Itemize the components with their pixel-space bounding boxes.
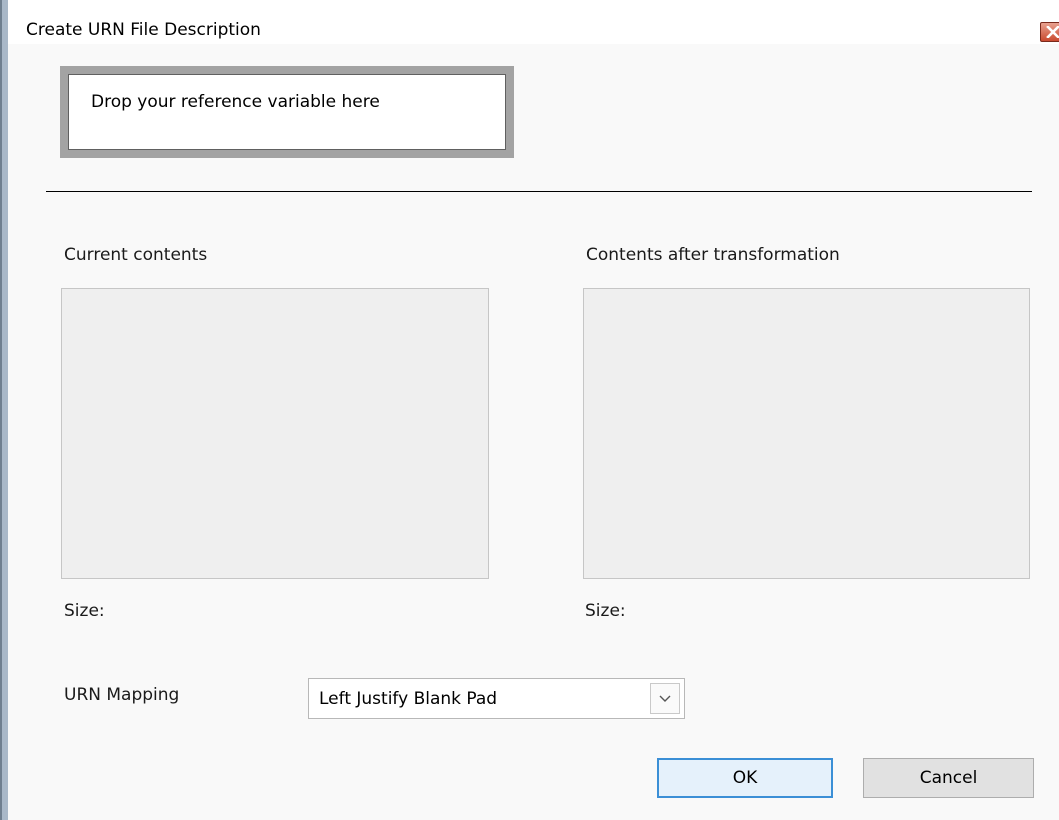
current-contents-box — [61, 288, 489, 579]
dialog-window: Create URN File Description Drop your re… — [0, 0, 1059, 820]
separator-line — [46, 191, 1032, 192]
drop-zone-text: Drop your reference variable here — [91, 92, 380, 112]
after-contents-box — [583, 288, 1030, 579]
urn-mapping-value: Left Justify Blank Pad — [319, 689, 498, 709]
dropdown-button[interactable] — [650, 683, 680, 714]
reference-drop-zone[interactable]: Drop your reference variable here — [60, 66, 514, 158]
close-button[interactable] — [1040, 22, 1059, 42]
close-icon — [1046, 26, 1059, 38]
title-bar: Create URN File Description — [8, 0, 1059, 44]
window-title: Create URN File Description — [26, 20, 261, 40]
chevron-down-icon — [659, 695, 671, 702]
cancel-button[interactable]: Cancel — [863, 758, 1034, 798]
current-contents-label: Current contents — [64, 245, 208, 265]
after-contents-label: Contents after transformation — [586, 245, 840, 265]
current-size-label: Size: — [64, 601, 105, 621]
after-size-label: Size: — [585, 601, 626, 621]
ok-button[interactable]: OK — [657, 758, 833, 798]
drop-zone-inner — [68, 74, 506, 150]
urn-mapping-select[interactable]: Left Justify Blank Pad — [308, 678, 685, 719]
urn-mapping-label: URN Mapping — [64, 685, 180, 705]
